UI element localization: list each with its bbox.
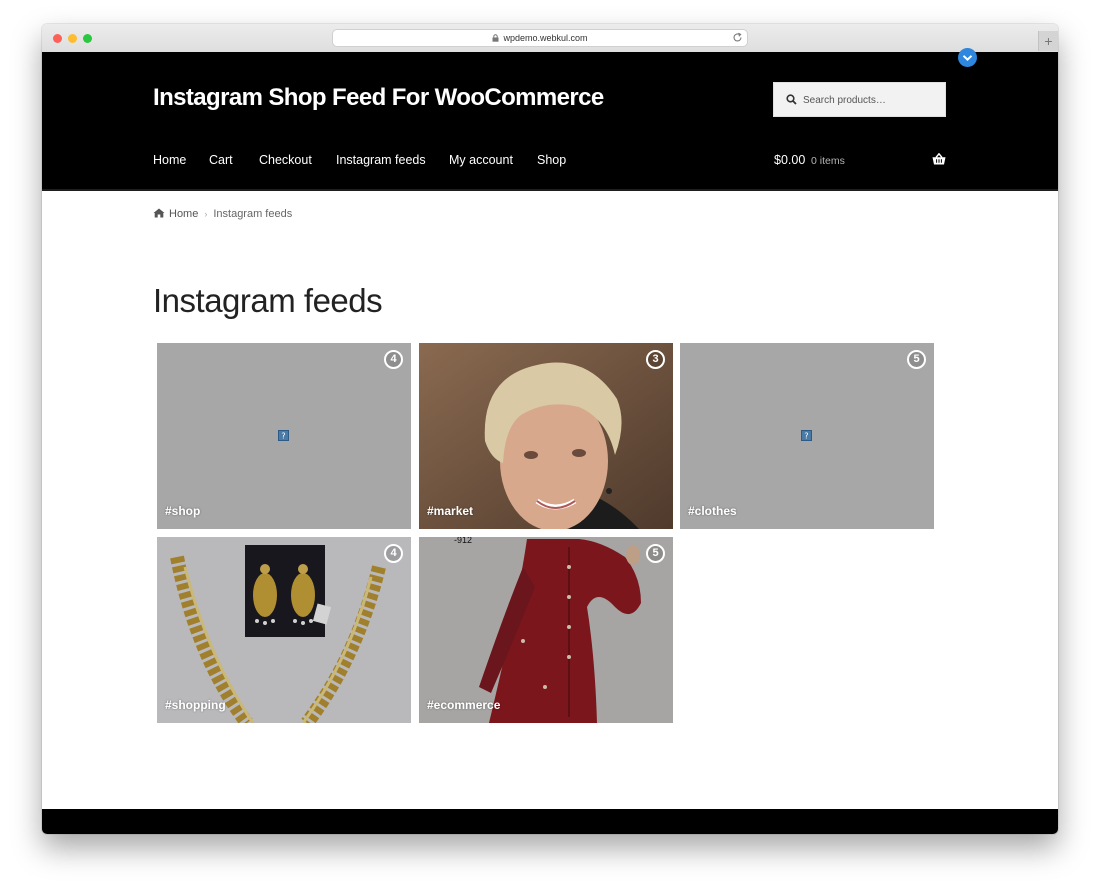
minimize-window-button[interactable] [68,34,77,43]
search-input[interactable] [801,83,945,118]
tile-overlay [157,537,411,723]
hashtag-label: #clothes [688,504,737,518]
site-header: Instagram Shop Feed For WooCommerce Home… [42,48,1058,191]
page-title: Instagram feeds [153,282,383,319]
site-footer [42,809,1058,834]
close-window-button[interactable] [53,34,62,43]
breadcrumb-home-link[interactable]: Home [169,208,198,220]
breadcrumb: Home › Instagram feeds [153,208,292,220]
nav-item-instagram-feeds[interactable]: Instagram feeds [336,153,426,167]
reload-icon[interactable] [732,32,743,43]
new-tab-button[interactable]: + [1038,31,1058,51]
product-search [773,82,946,118]
hashtag-label: #shopping [165,698,226,712]
nav-item-home[interactable]: Home [153,153,186,167]
maximize-window-button[interactable] [83,34,92,43]
feed-tile-shopping[interactable]: 4 #shopping [157,537,411,723]
cart-total[interactable]: $0.00 [774,153,805,167]
site-title[interactable]: Instagram Shop Feed For WooCommerce [153,84,604,112]
address-bar[interactable]: wpdemo.webkul.com [333,30,747,46]
browser-titlebar: wpdemo.webkul.com + [42,24,1058,53]
feed-tile-clothes[interactable]: ? 5 #clothes [680,343,934,529]
lock-icon [492,34,499,42]
svg-text:?: ? [281,432,285,441]
broken-image-icon: ? [801,430,812,441]
search-icon [786,94,797,105]
nav-item-cart[interactable]: Cart [209,153,233,167]
post-count-badge: 4 [384,544,403,563]
post-count-badge: 5 [907,350,926,369]
basket-icon[interactable] [932,153,946,165]
cart-item-count[interactable]: 0 items [811,155,845,167]
breadcrumb-separator-icon: › [204,209,208,219]
tile-overlay [419,537,673,723]
hashtag-label: #shop [165,504,201,518]
post-count-badge: 5 [646,544,665,563]
svg-text:?: ? [804,432,808,441]
browser-window: wpdemo.webkul.com + Instagram Shop Feed … [42,24,1058,834]
url-text: wpdemo.webkul.com [503,33,588,43]
feed-tile-ecommerce[interactable]: -912 5 #ecommerce [419,537,673,723]
image-caption-text: -912 [454,537,473,545]
chevron-down-icon[interactable] [958,48,977,67]
home-icon [153,208,165,218]
breadcrumb-current: Instagram feeds [213,208,293,220]
portrait-image [419,343,673,529]
nav-item-checkout[interactable]: Checkout [259,153,312,167]
nav-item-shop[interactable]: Shop [537,153,566,167]
hashtag-label: #ecommerce [427,698,501,712]
post-count-badge: 3 [646,350,665,369]
feed-tile-shop[interactable]: ? 4 #shop [157,343,411,529]
broken-image-icon: ? [278,430,289,441]
hashtag-label: #market [427,504,474,518]
nav-item-my-account[interactable]: My account [449,153,513,167]
feed-tile-market[interactable]: 3 #market [419,343,673,529]
post-count-badge: 4 [384,350,403,369]
